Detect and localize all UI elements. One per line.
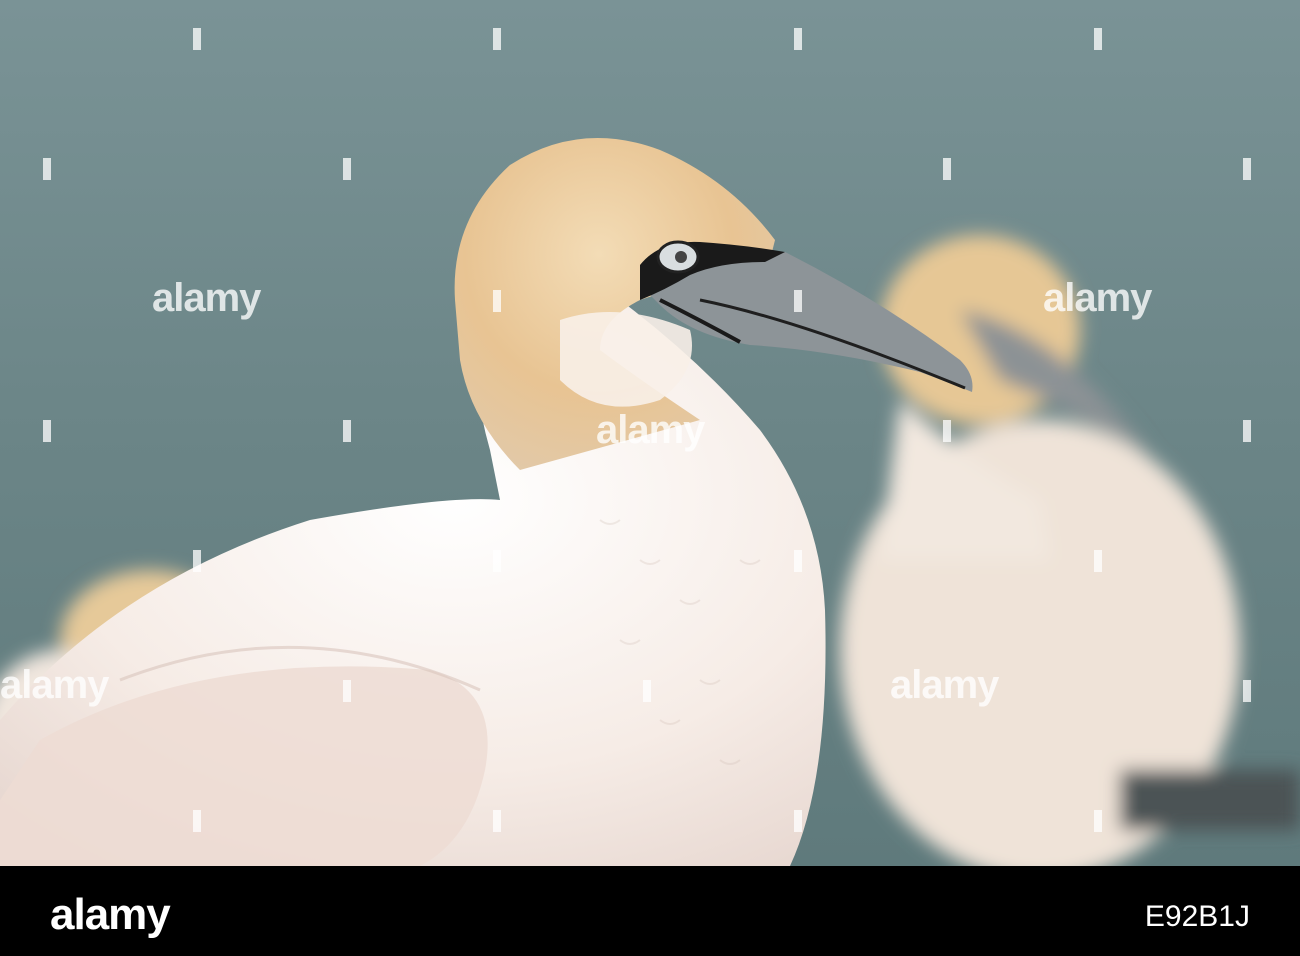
photo: alamy alamy alamy alamy alamy xyxy=(0,0,1300,866)
image-id: E92B1J xyxy=(1144,900,1250,933)
footer-bar: alamy E92B1J xyxy=(0,866,1300,956)
footer-brand[interactable]: alamy xyxy=(50,890,171,940)
